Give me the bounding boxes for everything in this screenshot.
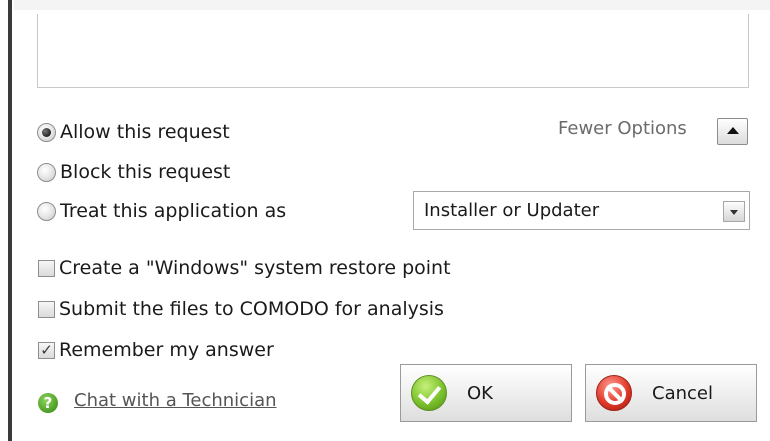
cancel-icon xyxy=(596,375,632,411)
treat-as-select[interactable]: Installer or Updater xyxy=(413,191,750,230)
help-question-icon[interactable]: ? xyxy=(38,393,58,413)
chat-with-technician-link[interactable]: Chat with a Technician xyxy=(74,390,277,411)
radio-treat[interactable] xyxy=(37,201,56,221)
checkbox-remember[interactable]: ✓ xyxy=(38,341,55,359)
checkbox-restore-label: Create a "Windows" system restore point xyxy=(59,257,451,279)
chevron-up-icon xyxy=(727,127,739,134)
fewer-options-label[interactable]: Fewer Options xyxy=(558,118,687,139)
top-strip xyxy=(14,0,770,10)
checkbox-remember-label: Remember my answer xyxy=(59,339,274,361)
ok-button-label: OK xyxy=(467,382,493,404)
checkbox-restore-row[interactable]: Create a "Windows" system restore point xyxy=(38,257,451,279)
radio-treat-row[interactable]: Treat this application as xyxy=(37,200,286,222)
checkbox-submit-label: Submit the files to COMODO for analysis xyxy=(59,298,444,320)
ok-button[interactable]: OK xyxy=(400,364,572,422)
checkbox-remember-row[interactable]: ✓ Remember my answer xyxy=(38,339,274,361)
dropdown-button[interactable] xyxy=(723,201,745,222)
radio-allow-row[interactable]: Allow this request xyxy=(37,121,230,143)
radio-treat-label: Treat this application as xyxy=(60,200,287,222)
radio-allow[interactable] xyxy=(37,122,56,142)
radio-allow-label: Allow this request xyxy=(60,121,230,143)
radio-block-row[interactable]: Block this request xyxy=(37,161,230,183)
checkbox-submit-row[interactable]: Submit the files to COMODO for analysis xyxy=(38,298,444,320)
request-details-box xyxy=(37,14,749,88)
fewer-options-button[interactable] xyxy=(717,118,748,145)
treat-as-selected-value: Installer or Updater xyxy=(424,200,600,221)
radio-block[interactable] xyxy=(37,162,56,182)
cancel-button-label: Cancel xyxy=(652,382,713,404)
cancel-button[interactable]: Cancel xyxy=(585,364,757,422)
checkbox-submit-files[interactable] xyxy=(38,300,55,318)
window-left-edge xyxy=(0,0,14,441)
radio-block-label: Block this request xyxy=(60,161,231,183)
checkbox-restore-point[interactable] xyxy=(38,259,55,277)
checkmark-icon xyxy=(411,375,447,411)
chevron-down-icon xyxy=(730,210,738,215)
